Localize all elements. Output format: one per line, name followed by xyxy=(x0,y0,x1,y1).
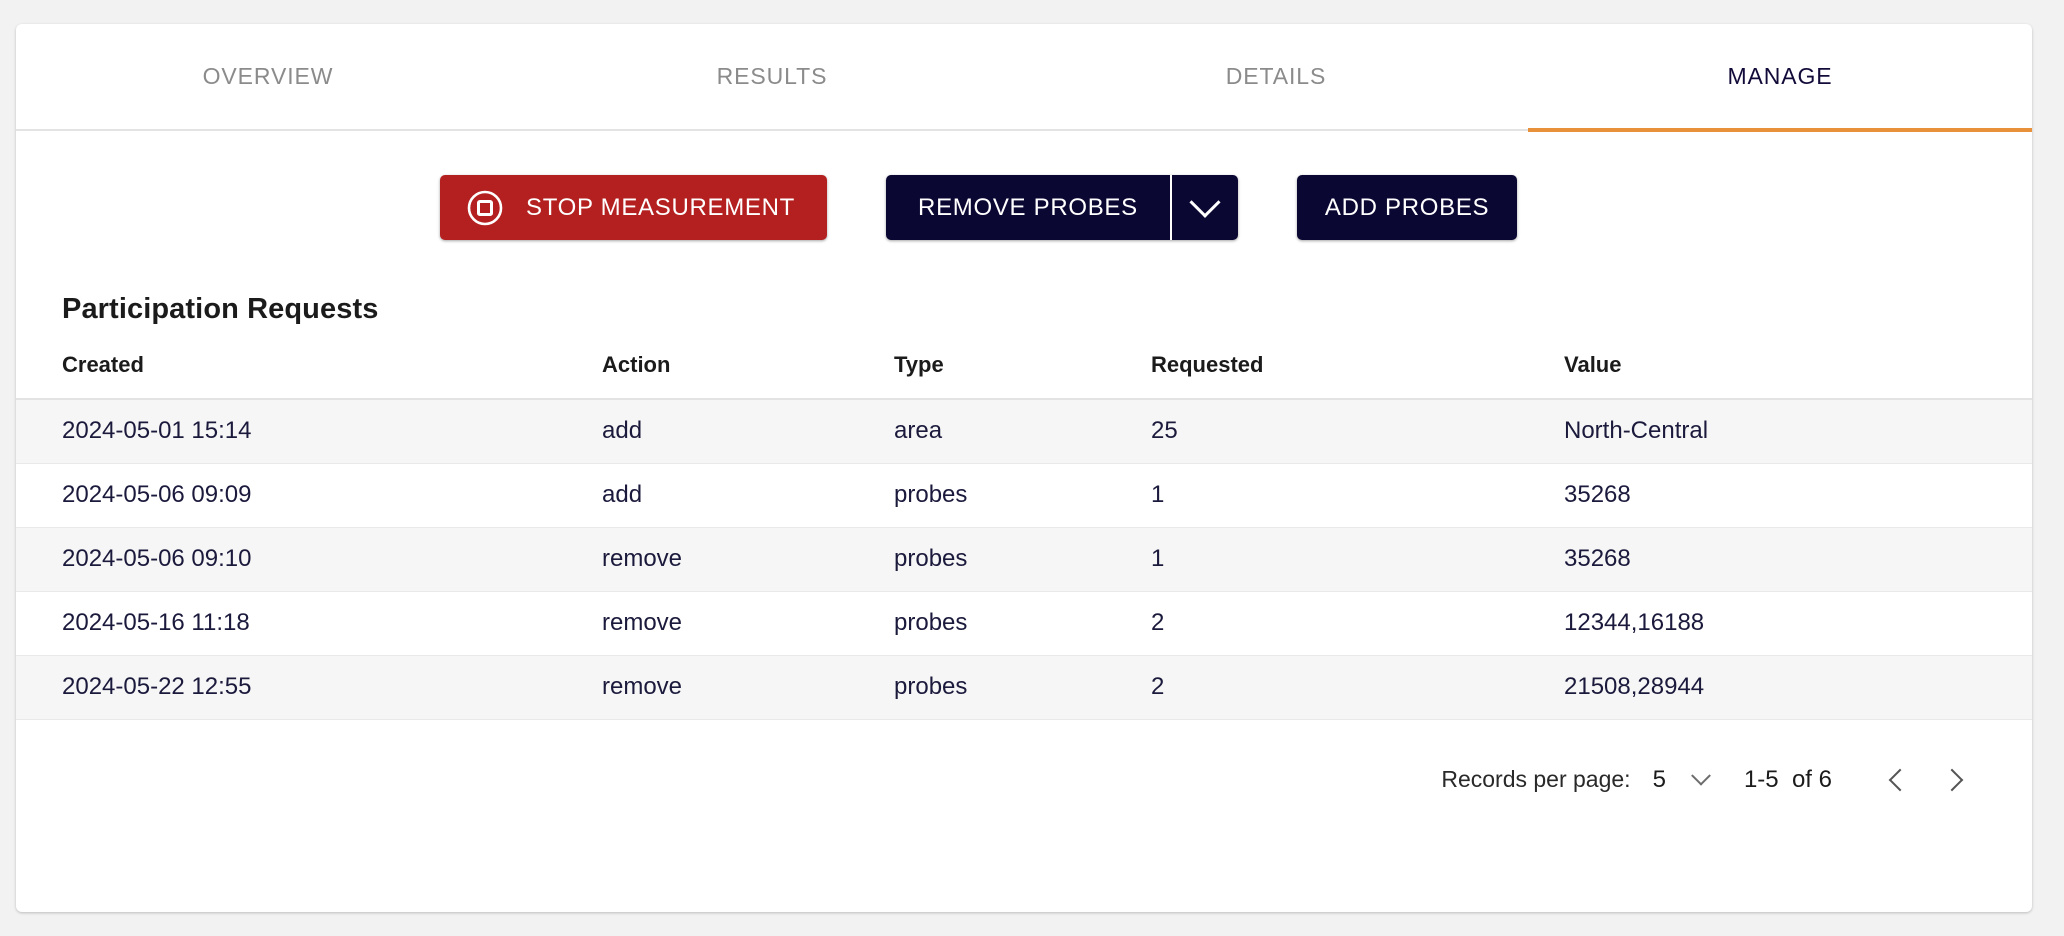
cell-value: 35268 xyxy=(1564,527,2032,592)
pagination-range: 1-5 of 6 xyxy=(1743,765,1832,793)
column-header-value[interactable]: Value xyxy=(1564,352,2032,400)
cell-requested: 2 xyxy=(1151,591,1564,656)
manage-card: OVERVIEW RESULTS DETAILS MANAGE STOP MEA… xyxy=(16,24,2032,912)
chevron-down-icon xyxy=(1189,186,1221,218)
remove-probes-button[interactable]: REMOVE PROBES xyxy=(886,175,1170,240)
previous-page-button[interactable] xyxy=(1874,754,1926,806)
tab-manage[interactable]: MANAGE xyxy=(1528,24,2032,132)
stop-measurement-button[interactable]: STOP MEASUREMENT xyxy=(440,175,828,240)
table-row[interactable]: 2024-05-16 11:18 remove probes 2 12344,1… xyxy=(16,591,2032,656)
tab-results-label: RESULTS xyxy=(716,63,828,89)
section-title: Participation Requests xyxy=(62,293,379,325)
participation-requests-table: Created Action Type Requested Value 2024… xyxy=(16,352,2032,720)
tab-manage-label: MANAGE xyxy=(1727,63,1833,89)
column-header-requested[interactable]: Requested xyxy=(1151,352,1564,400)
cell-value: 12344,16188 xyxy=(1564,591,2032,656)
pagination-bar: Records per page: 5 1-5 of 6 xyxy=(16,720,2032,806)
cell-created: 2024-05-06 09:09 xyxy=(16,463,602,528)
stop-circle-icon xyxy=(466,189,504,227)
table-body: 2024-05-01 15:14 add area 25 North-Centr… xyxy=(16,399,2032,720)
cell-action: remove xyxy=(602,655,894,720)
tab-results[interactable]: RESULTS xyxy=(520,24,1024,130)
cell-created: 2024-05-22 12:55 xyxy=(16,655,602,720)
table-head: Created Action Type Requested Value xyxy=(16,352,2032,400)
add-probes-button[interactable]: ADD PROBES xyxy=(1296,175,1518,240)
column-header-action[interactable]: Action xyxy=(602,352,894,400)
table-row[interactable]: 2024-05-06 09:10 remove probes 1 35268 xyxy=(16,527,2032,592)
cell-value: 35268 xyxy=(1564,463,2032,528)
table-row[interactable]: 2024-05-06 09:09 add probes 1 35268 xyxy=(16,463,2032,528)
cell-requested: 1 xyxy=(1151,463,1564,528)
tab-details-label: DETAILS xyxy=(1225,63,1327,89)
next-page-button[interactable] xyxy=(1926,754,1978,806)
table-row[interactable]: 2024-05-22 12:55 remove probes 2 21508,2… xyxy=(16,655,2032,720)
add-probes-label: ADD PROBES xyxy=(1324,193,1490,221)
tab-overview-label: OVERVIEW xyxy=(202,63,334,89)
action-toolbar: STOP MEASUREMENT REMOVE PROBES ADD PROBE… xyxy=(16,175,2032,240)
cell-type: probes xyxy=(894,463,1151,528)
column-header-type[interactable]: Type xyxy=(894,352,1151,400)
records-per-page-label: Records per page: xyxy=(1441,766,1631,792)
cell-type: probes xyxy=(894,655,1151,720)
column-header-created[interactable]: Created xyxy=(16,352,602,400)
cell-created: 2024-05-06 09:10 xyxy=(16,527,602,592)
cell-action: remove xyxy=(602,527,894,592)
app-root: OVERVIEW RESULTS DETAILS MANAGE STOP MEA… xyxy=(0,0,2064,936)
remove-probes-split-button: REMOVE PROBES xyxy=(886,175,1238,240)
cell-action: add xyxy=(602,463,894,528)
cell-requested: 1 xyxy=(1151,527,1564,592)
remove-probes-dropdown-button[interactable] xyxy=(1171,175,1238,240)
cell-type: area xyxy=(894,399,1151,464)
tab-details[interactable]: DETAILS xyxy=(1024,24,1528,130)
records-per-page-select[interactable]: 5 xyxy=(1652,765,1711,794)
cell-value: 21508,28944 xyxy=(1564,655,2032,720)
tab-bar: OVERVIEW RESULTS DETAILS MANAGE xyxy=(16,24,2032,132)
cell-type: probes xyxy=(894,527,1151,592)
cell-requested: 25 xyxy=(1151,399,1564,464)
chevron-right-icon xyxy=(1940,768,1964,791)
cell-requested: 2 xyxy=(1151,655,1564,720)
tab-overview[interactable]: OVERVIEW xyxy=(16,24,520,130)
chevron-left-icon xyxy=(1888,768,1912,791)
table-header-row: Created Action Type Requested Value xyxy=(16,352,2032,400)
records-per-page-value: 5 xyxy=(1652,765,1666,793)
cell-type: probes xyxy=(894,591,1151,656)
remove-probes-label: REMOVE PROBES xyxy=(918,193,1138,221)
chevron-down-icon xyxy=(1691,765,1711,786)
cell-created: 2024-05-16 11:18 xyxy=(16,591,602,656)
cell-action: add xyxy=(602,399,894,464)
cell-value: North-Central xyxy=(1564,399,2032,464)
cell-action: remove xyxy=(602,591,894,656)
cell-created: 2024-05-01 15:14 xyxy=(16,399,602,464)
table-row[interactable]: 2024-05-01 15:14 add area 25 North-Centr… xyxy=(16,399,2032,464)
stop-measurement-label: STOP MEASUREMENT xyxy=(526,193,796,221)
